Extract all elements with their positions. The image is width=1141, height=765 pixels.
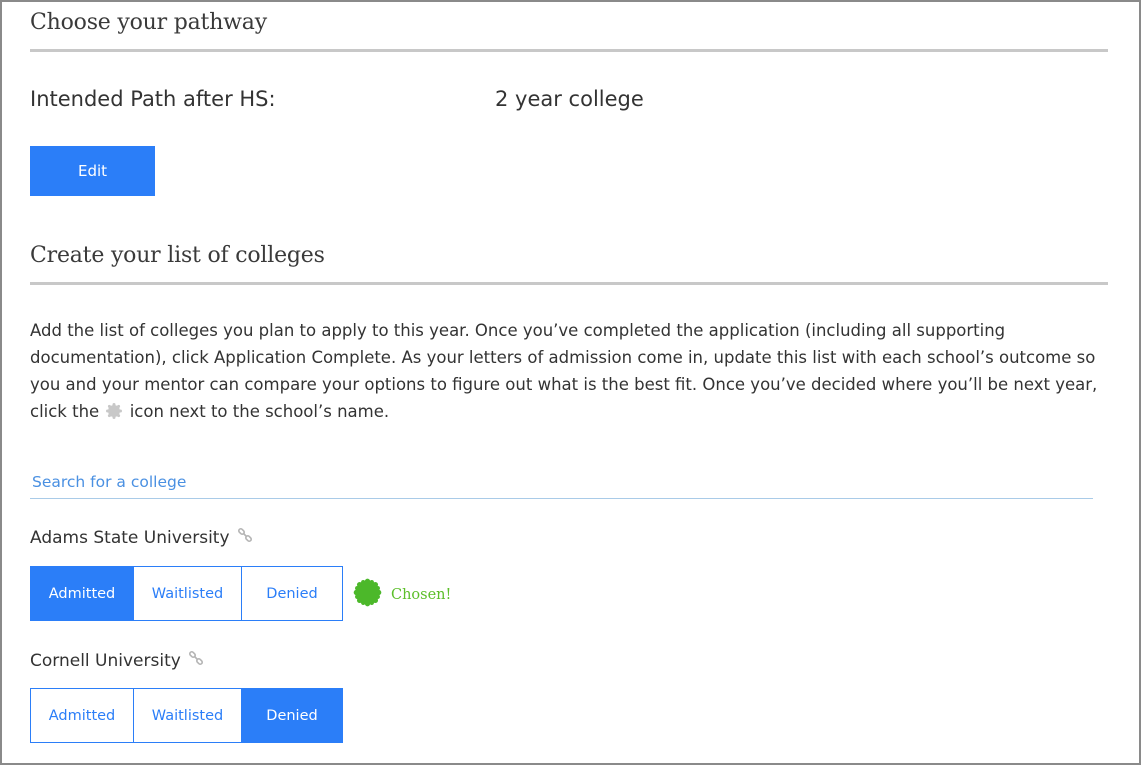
denied-option[interactable]: Denied xyxy=(242,567,342,620)
colleges-divider xyxy=(30,282,1108,285)
chosen-indicator: Chosen! xyxy=(353,578,451,611)
college-item-cornell: Cornell University xyxy=(30,650,204,671)
intended-path-label: Intended Path after HS: xyxy=(30,87,276,111)
admitted-option[interactable]: Admitted xyxy=(31,689,134,742)
instructions-text-end: icon next to the school’s name. xyxy=(129,402,390,421)
waitlisted-option[interactable]: Waitlisted xyxy=(134,689,242,742)
link-icon[interactable] xyxy=(188,650,204,671)
college-search xyxy=(30,466,1093,499)
outcome-selector-adams-state: Admitted Waitlisted Denied xyxy=(30,566,343,621)
chosen-label: Chosen! xyxy=(391,586,452,603)
denied-option[interactable]: Denied xyxy=(242,689,342,742)
college-name: Cornell University xyxy=(30,650,181,671)
pathway-divider xyxy=(30,49,1108,52)
edit-path-button[interactable]: Edit xyxy=(30,146,155,196)
admitted-option[interactable]: Admitted xyxy=(31,567,134,620)
chosen-badge-icon[interactable] xyxy=(353,578,382,611)
outcome-selector-cornell: Admitted Waitlisted Denied xyxy=(30,688,343,743)
pathway-section-title: Choose your pathway xyxy=(30,10,267,35)
intended-path-value: 2 year college xyxy=(495,87,644,111)
college-item-adams-state: Adams State University xyxy=(30,527,253,548)
gear-badge-icon xyxy=(106,400,123,427)
college-search-input[interactable] xyxy=(30,466,1093,498)
college-name: Adams State University xyxy=(30,527,230,548)
waitlisted-option[interactable]: Waitlisted xyxy=(134,567,242,620)
link-icon[interactable] xyxy=(237,527,253,548)
instructions-text: Add the list of colleges you plan to app… xyxy=(30,317,1115,427)
colleges-section-title: Create your list of colleges xyxy=(30,243,325,268)
